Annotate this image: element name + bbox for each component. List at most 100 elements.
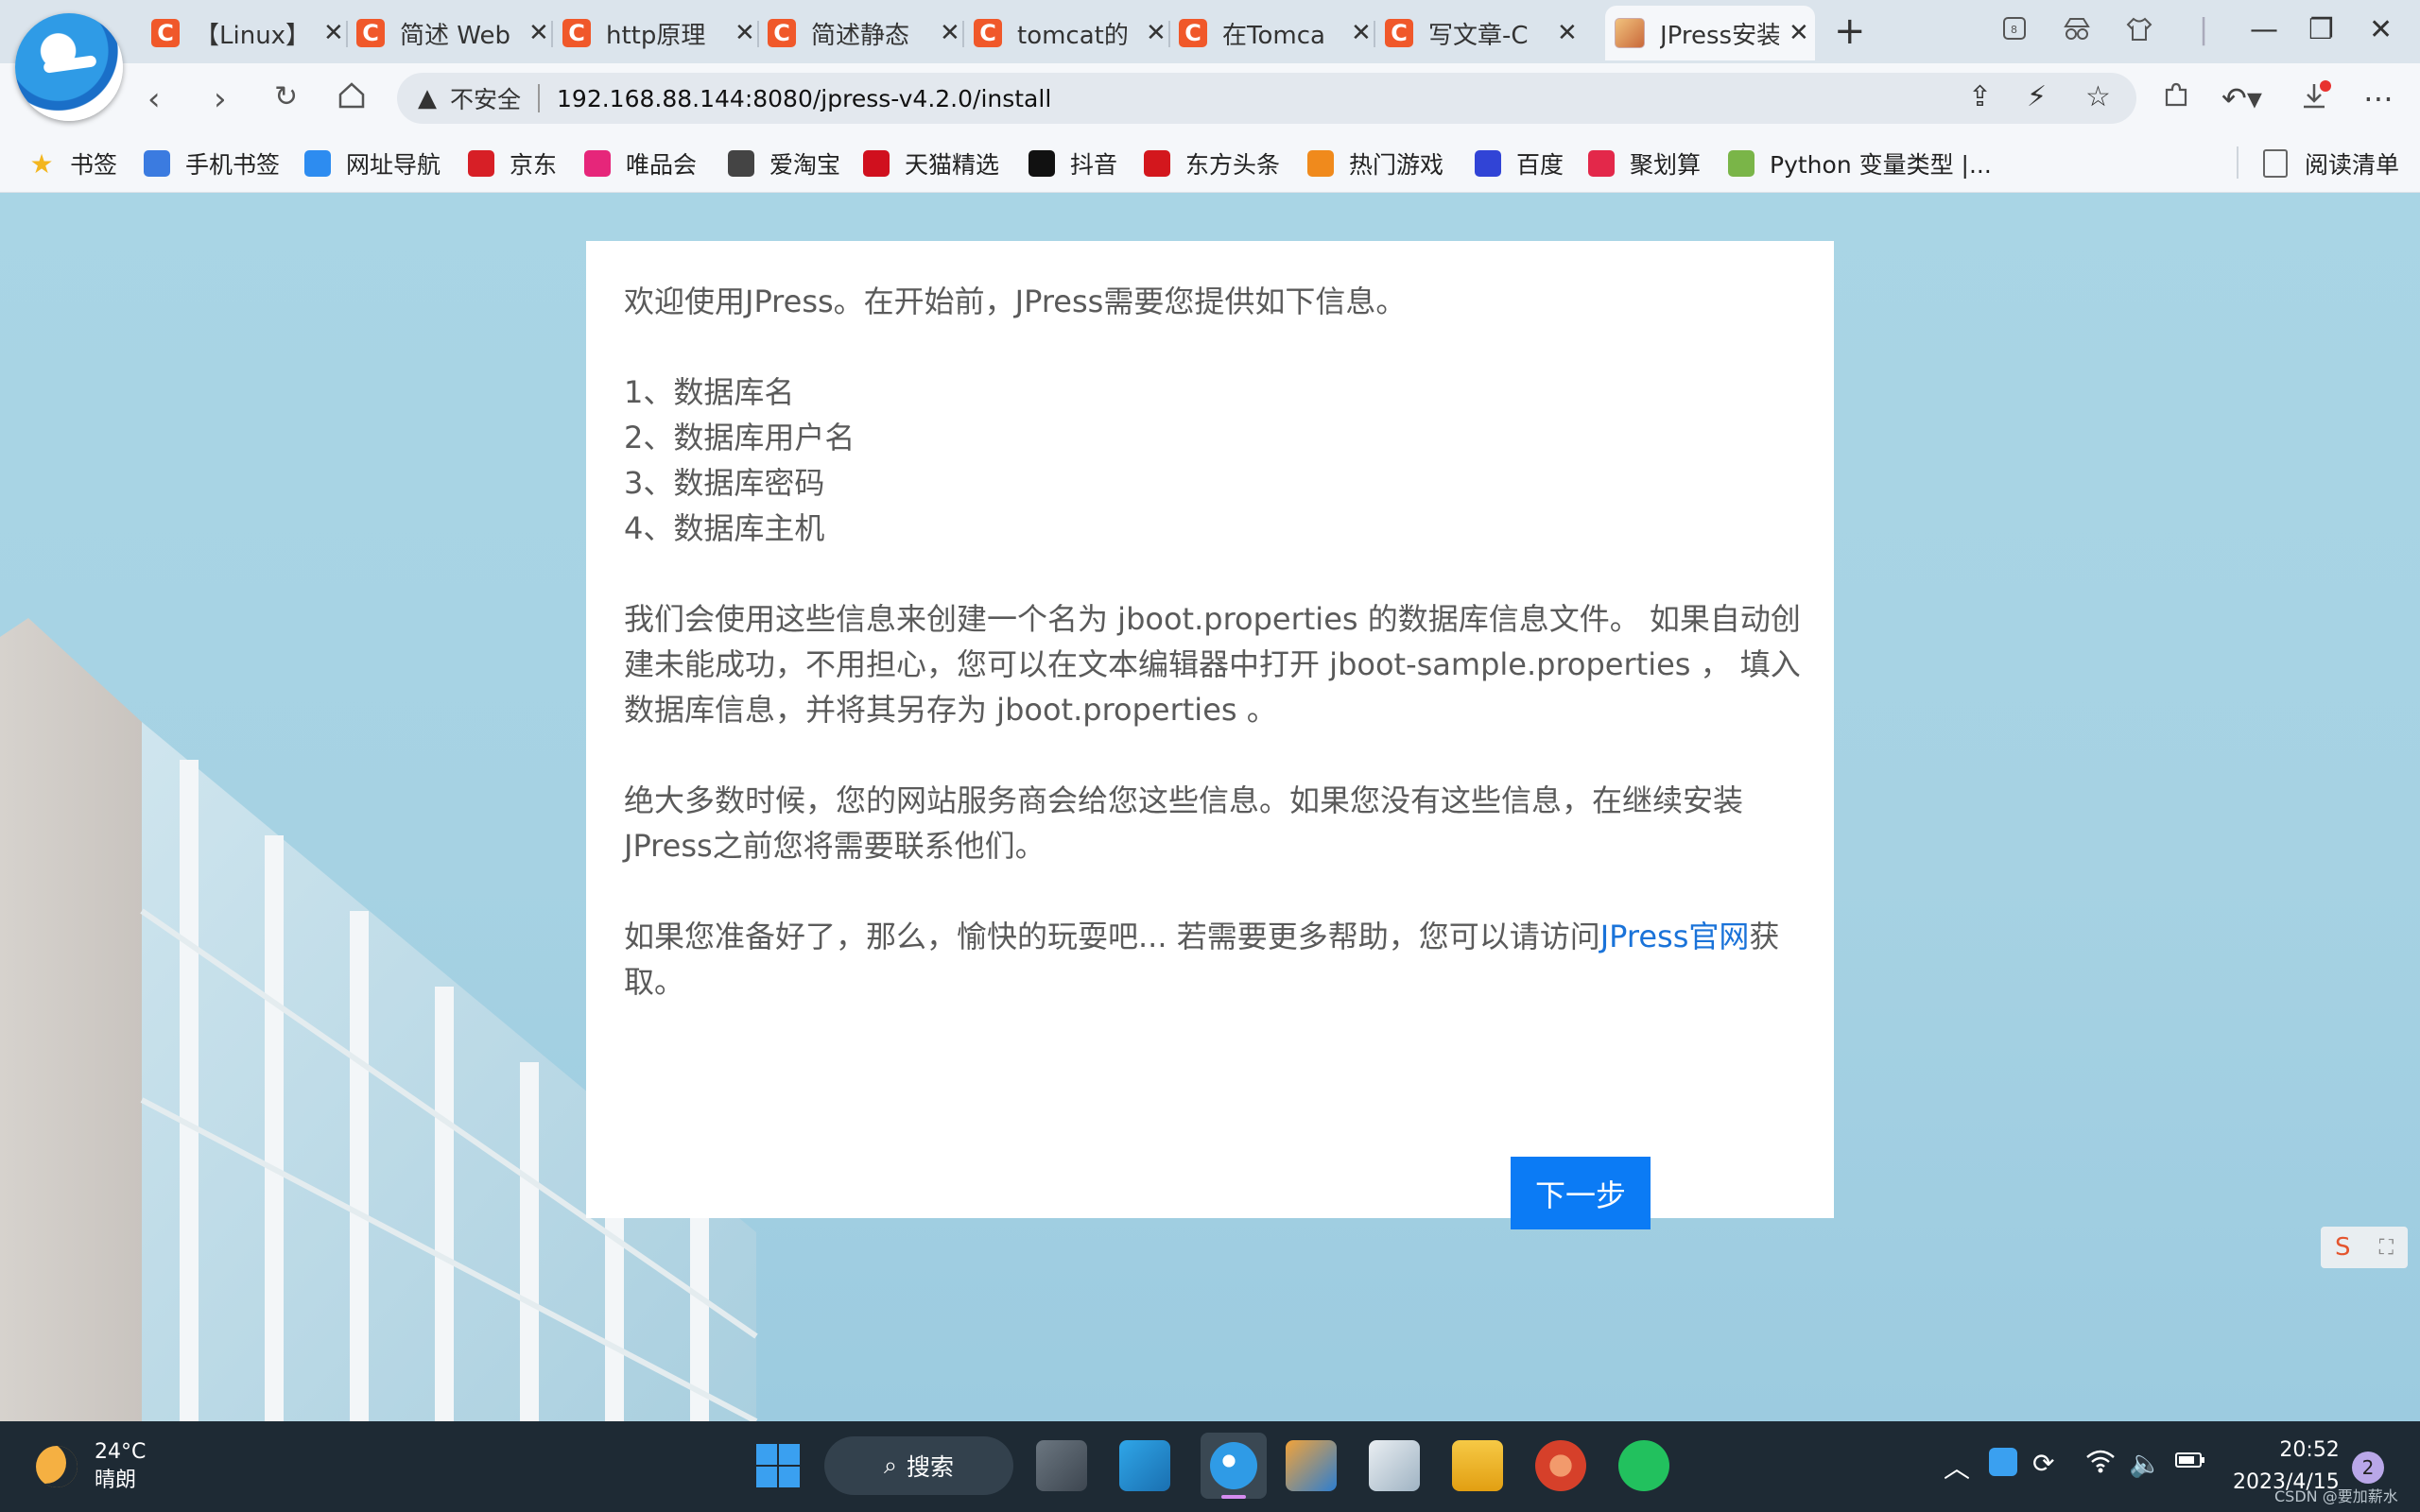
tab-title: 简述静态 [811,21,910,50]
bookmark-item[interactable]: 京东 [468,146,557,180]
tab-close-icon[interactable]: ✕ [528,19,549,47]
bookmark-label: 热门游戏 [1349,151,1444,179]
bookmark-item[interactable]: 唯品会 [584,146,697,180]
bookmark-item[interactable]: 爱淘宝 [728,146,840,180]
tray-app-icon[interactable] [1989,1448,2017,1476]
tray-expand-icon[interactable]: ︿ [1944,1448,1970,1486]
tab-close-icon[interactable]: ✕ [735,19,755,47]
wifi-icon[interactable] [2085,1448,2116,1481]
extensions-icon[interactable] [2161,80,2191,118]
next-step-button[interactable]: 下一步 [1511,1157,1651,1229]
bookmark-item[interactable]: ★ 书签 [28,146,117,180]
browser-tab[interactable]: C 简述静态 ✕ [758,6,964,60]
tab-title: 写文章-C [1428,21,1529,50]
close-window-icon[interactable]: ✕ [2369,13,2393,46]
sogou-icon[interactable]: S [2335,1233,2351,1262]
volume-icon[interactable]: 🔈 [2129,1448,2162,1479]
bookmark-label: 爱淘宝 [769,151,841,179]
help-paragraph: 如果您准备好了，那么，愉快的玩耍吧... 若需要更多帮助，您可以请访问JPres… [624,914,1801,1005]
undo-icon[interactable]: ↶▾ [2221,80,2262,116]
csdn-favicon-icon: C [356,19,385,47]
bookmark-label: Python 变量类型 |... [1770,151,1992,179]
tab-close-icon[interactable]: ✕ [323,19,344,47]
browser-tab[interactable]: Chttp原理 ✕ [553,6,759,60]
edge-browser-taskbar-icon[interactable] [1201,1433,1267,1499]
tab-close-icon[interactable]: ✕ [1557,19,1578,47]
file-explorer-icon[interactable] [1452,1440,1503,1491]
bookmark-item[interactable]: 聚划算 [1588,146,1701,180]
snail-app-icon[interactable] [1535,1440,1586,1491]
share-icon[interactable]: ⇪ [1968,80,1992,113]
mail-icon[interactable] [1369,1440,1420,1491]
warning-icon[interactable]: ▲ [418,84,437,112]
tab-title: tomcat的 [1017,21,1129,50]
taskbar-search[interactable]: ⌕ 搜索 [824,1436,1013,1495]
browser-tab[interactable]: C 在Tomca ✕ [1169,6,1375,60]
vmware-icon[interactable] [1286,1440,1337,1491]
tab-close-icon[interactable]: ✕ [1789,19,1809,47]
tmall-icon [863,150,890,177]
browser-tab[interactable]: JPress安装 ✕ [1605,6,1815,60]
baidu-icon [1475,150,1501,177]
bookmark-item[interactable]: 热门游戏 [1307,146,1443,180]
browser-logo-icon[interactable] [15,13,123,121]
new-tab-button[interactable]: + [1834,9,1866,53]
search-icon: ⌕ [883,1452,897,1479]
url-text[interactable]: 192.168.88.144:8080/jpress-v4.2.0/instal… [557,85,1051,112]
browser-tab[interactable]: Ctomcat的 ✕ [964,6,1170,60]
tab-count-icon[interactable]: 8 [2000,15,2029,43]
bookmark-item[interactable]: Python 变量类型 |... [1728,146,1992,180]
bookmark-label: 百度 [1516,151,1564,179]
reload-icon[interactable]: ↻ [274,80,298,113]
reading-list-button[interactable]: 阅读清单 [2262,146,2399,180]
bookmark-item[interactable]: 百度 [1475,146,1564,180]
desktop-icon[interactable] [1119,1440,1170,1491]
juhuasuan-icon [1588,150,1615,177]
config-file-paragraph: 我们会使用这些信息来创建一个名为 jboot.properties 的数据库信息… [624,601,1801,728]
back-icon[interactable]: ‹ [147,80,161,118]
download-icon[interactable] [2299,80,2331,120]
home-icon[interactable] [337,80,367,119]
bookmark-label: 唯品会 [626,151,698,179]
minimize-icon[interactable]: — [2250,13,2278,46]
sync-icon[interactable]: ⟳ [2032,1448,2054,1479]
windows-start-icon[interactable] [752,1440,804,1491]
taskbar: 24°C 晴朗 ⌕ 搜索 ︿ ⟳ 🔈 20:52 2023/4/15 2 [0,1421,2420,1512]
forward-icon[interactable]: › [214,80,227,118]
csdn-favicon-icon: C [768,19,796,47]
requirement-item: 2、数据库用户名 [624,420,856,455]
tab-close-icon[interactable]: ✕ [1146,19,1167,47]
sogou-input-widget[interactable]: S ⛶ [2321,1227,2408,1268]
dongfang-icon [1144,150,1170,177]
favorite-star-icon[interactable]: ☆ [2085,80,2111,113]
incognito-icon[interactable] [2063,15,2091,43]
jpress-official-link[interactable]: JPress官网 [1600,919,1750,954]
task-view-icon[interactable] [1036,1440,1087,1491]
page-viewport: 欢迎使用JPress。在开始前，JPress需要您提供如下信息。 1、数据库名 … [0,193,2420,1421]
bookmark-item[interactable]: 东方头条 [1144,146,1280,180]
shirt-icon[interactable] [2125,15,2153,43]
weather-widget[interactable]: 24°C 晴朗 [36,1438,146,1495]
more-menu-icon[interactable]: ⋯ [2363,80,2394,116]
notification-badge[interactable]: 2 [2352,1452,2384,1484]
bookmark-item[interactable]: 网址导航 [304,146,441,180]
tab-close-icon[interactable]: ✕ [1351,19,1372,47]
csdn-favicon-icon: C [1385,19,1413,47]
bookmark-item[interactable]: 手机书签 [144,146,280,180]
widget-expand-icon[interactable]: ⛶ [2379,1236,2394,1260]
tab-close-icon[interactable]: ✕ [940,19,960,47]
browser-tab[interactable]: C 写文章-C ✕ [1375,6,1582,60]
bookmark-item[interactable]: 天猫精选 [863,146,999,180]
browser-tab[interactable]: C 【Linux】 ✕ [142,6,348,60]
browser-glyph [1210,1442,1257,1489]
security-label[interactable]: 不安全 [450,81,521,115]
browser-tab[interactable]: C 简述 Web ✕ [347,6,553,60]
address-bar[interactable]: ▲ 不安全 192.168.88.144:8080/jpress-v4.2.0/… [397,73,2136,124]
separator-icon: | [2199,13,2209,46]
lightning-icon[interactable]: ⚡ [2027,80,2047,113]
tab-title: 在Tomca [1222,21,1325,50]
bookmark-item[interactable]: 抖音 [1028,146,1117,180]
battery-icon[interactable] [2174,1448,2206,1479]
restore-icon[interactable]: ❐ [2308,13,2334,46]
wechat-icon[interactable] [1618,1440,1669,1491]
